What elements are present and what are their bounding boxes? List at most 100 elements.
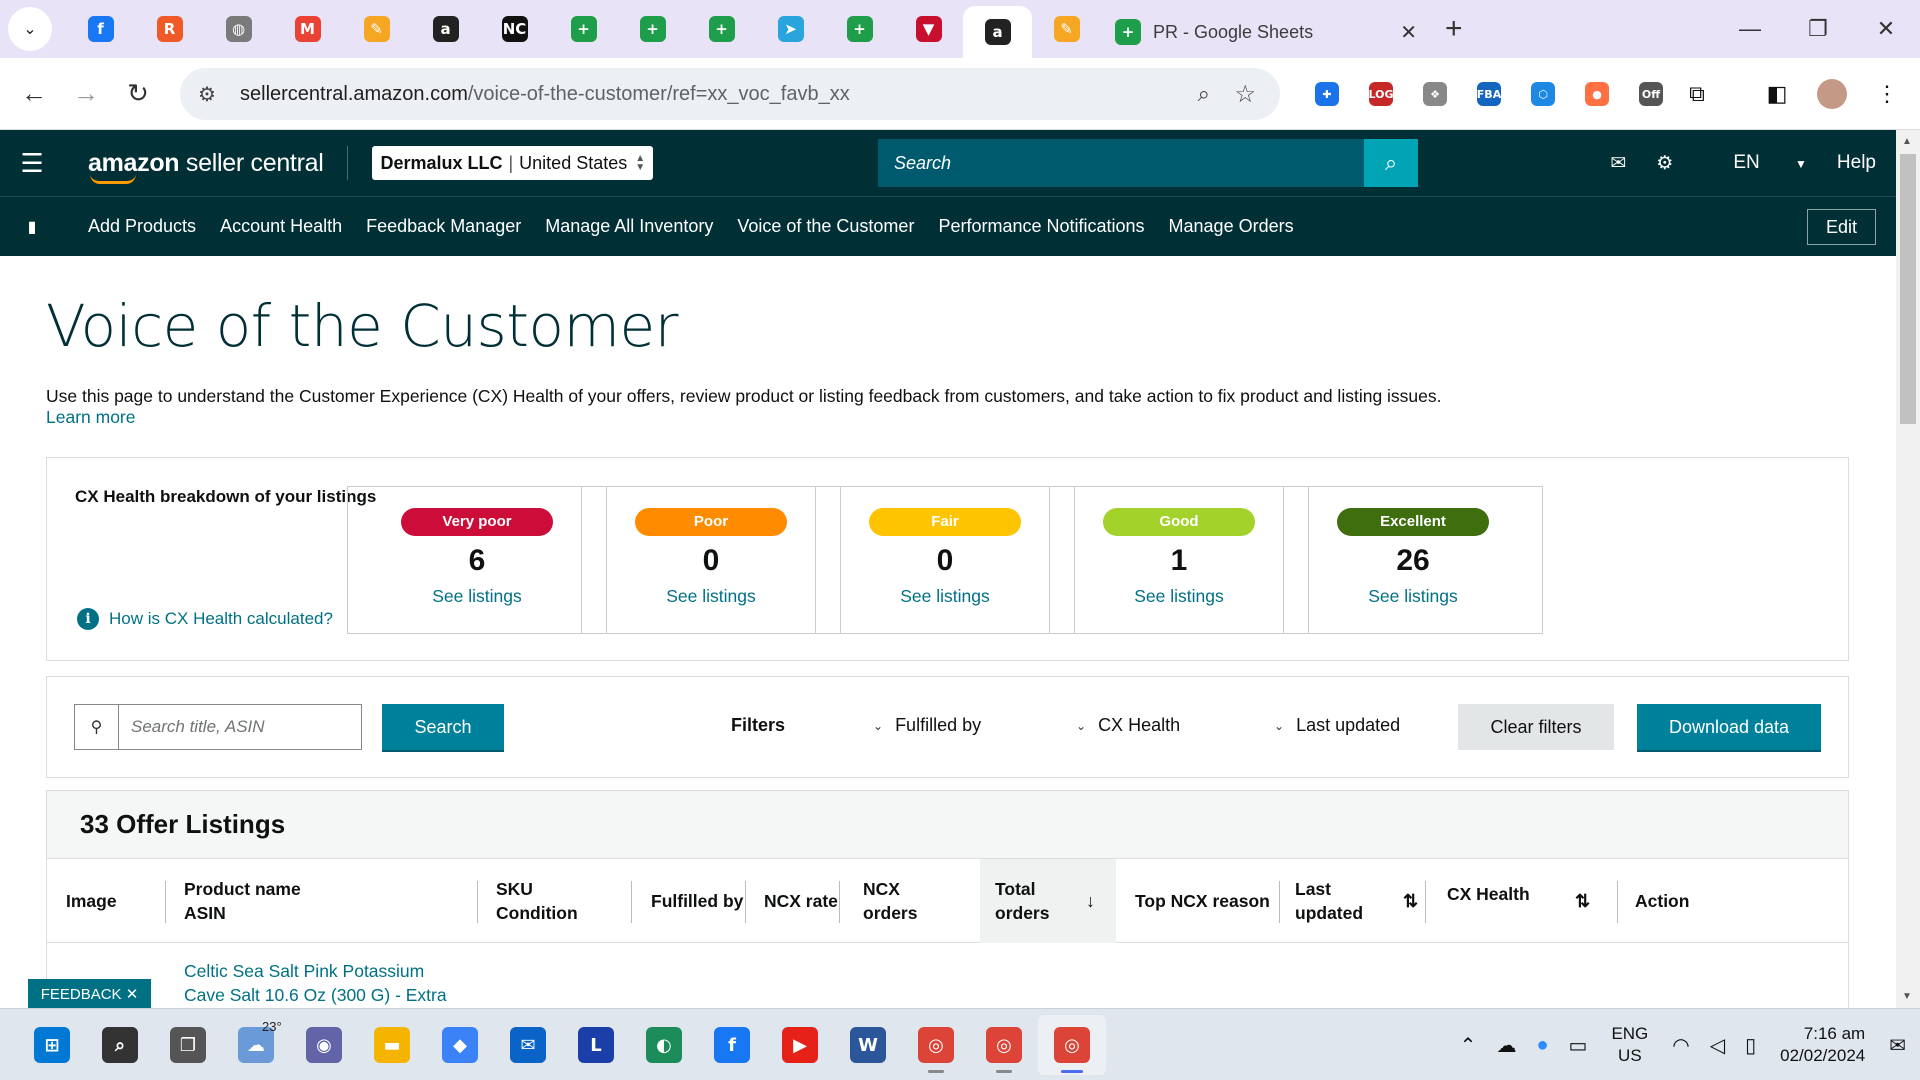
listing-search-input[interactable] [119,707,361,747]
language-indicator[interactable]: ENG US [1611,1023,1648,1067]
zoom-magnifier-icon[interactable]: ⌕ [1198,81,1210,107]
restore-icon[interactable]: ❐ [1784,0,1852,58]
tab-search-chevron-icon[interactable]: ⌄ [8,7,52,51]
scrollbar-thumb[interactable] [1900,154,1916,424]
col-sku[interactable]: SKU Condition [496,859,578,943]
taskbar-app[interactable]: f [698,1015,766,1075]
col-top-ncx-reason[interactable]: Top NCX reason [1135,859,1270,943]
clear-filters-button[interactable]: Clear filters [1458,704,1614,750]
cx-health-dropdown[interactable]: ⌄ CX Health [1076,715,1180,736]
pinned-tab[interactable]: ◍ [204,7,273,51]
learn-more-link[interactable]: Learn more [46,407,136,428]
taskbar-app[interactable]: ☁ 23° [222,1015,290,1075]
col-cx-health[interactable]: CX Health ⇅ [1447,859,1597,943]
col-last-updated[interactable]: Last updated ⇅ [1295,859,1425,943]
nav-link-voice-of-the-customer[interactable]: Voice of the Customer [737,216,914,237]
how-cx-health-link[interactable]: i How is CX Health calculated? [77,608,333,630]
taskbar-app[interactable]: ▶ [766,1015,834,1075]
account-switcher[interactable]: Dermalux LLC | United States ▲ ▼ [372,146,654,180]
header-search-input[interactable] [878,139,1364,187]
mail-icon[interactable]: ✉ [1610,152,1626,175]
taskbar-app[interactable]: ◉ [290,1015,358,1075]
speaker-icon[interactable]: ◁ [1710,1033,1725,1058]
sort-both-icon[interactable]: ⇅ [1575,889,1590,913]
see-listings-link[interactable]: See listings [582,586,840,607]
forward-arrow-icon[interactable]: → [60,68,112,120]
gear-icon[interactable]: ⚙ [1656,152,1673,175]
taskbar-app[interactable]: ▬ [358,1015,426,1075]
pinned-tab[interactable]: a [411,7,480,51]
chevron-up-icon[interactable]: ⌃ [1460,1033,1477,1058]
close-window-icon[interactable]: ✕ [1852,0,1920,58]
bookmark-star-icon[interactable]: ☆ [1234,80,1256,109]
product-name-link[interactable]: Celtic Sea Salt Pink Potassium Cave Salt … [184,959,447,1007]
taskbar-app[interactable]: ✉ [494,1015,562,1075]
taskbar-app[interactable]: L [562,1015,630,1075]
pinned-tab[interactable]: R [135,7,204,51]
taskbar-app[interactable]: ⌕ [86,1015,154,1075]
minimize-icon[interactable]: — [1716,0,1784,58]
notification-bell-icon[interactable]: ✉ [1889,1033,1906,1058]
extension-button[interactable]: LOG [1354,72,1408,116]
taskbar-app[interactable]: ❐ [154,1015,222,1075]
back-arrow-icon[interactable]: ← [8,68,60,120]
nav-link-feedback-manager[interactable]: Feedback Manager [366,216,521,237]
language-selector[interactable]: EN ▼ [1703,152,1807,174]
scroll-up-arrow-icon[interactable]: ▲ [1902,136,1912,147]
zoom-app-icon[interactable]: ● [1536,1034,1548,1057]
onedrive-cloud-icon[interactable]: ☁ [1496,1033,1516,1058]
nav-link-performance-notifications[interactable]: Performance Notifications [938,216,1144,237]
taskbar-app[interactable]: ◐ [630,1015,698,1075]
pinned-tab[interactable]: + [549,7,618,51]
pinned-tab[interactable]: + [618,7,687,51]
taskbar-app[interactable]: W [834,1015,902,1075]
taskbar-app[interactable]: ◎ [902,1015,970,1075]
header-search-button[interactable]: ⌕ [1364,139,1418,187]
bookmark-icon[interactable]: ▮ [0,217,64,237]
battery-icon[interactable]: ▯ [1745,1033,1756,1058]
feedback-tab[interactable]: FEEDBACK ✕ [28,979,151,1009]
pinned-tab[interactable]: ✎ [342,7,411,51]
page-scrollbar[interactable]: ▲ ▼ [1896,130,1920,1008]
extension-button[interactable]: ● [1570,72,1624,116]
see-listings-link[interactable]: See listings [1284,586,1542,607]
scroll-down-arrow-icon[interactable]: ▼ [1902,991,1912,1002]
pinned-tab[interactable]: f [66,7,135,51]
see-listings-link[interactable]: See listings [348,586,606,607]
taskbar-app[interactable]: ◎ [1038,1015,1106,1075]
col-fulfilled-by[interactable]: Fulfilled by [651,859,743,943]
pinned-tab[interactable]: ➤ [756,7,825,51]
sort-descending-icon[interactable]: ↓ [1086,889,1095,913]
nav-link-add-products[interactable]: Add Products [88,216,196,237]
profile-avatar[interactable] [1805,72,1859,116]
pinned-tab[interactable]: + [825,7,894,51]
pinned-tab[interactable]: ▼ [894,7,963,51]
download-data-button[interactable]: Download data [1637,704,1821,750]
listing-search-button[interactable]: Search [382,704,504,750]
pinned-tab[interactable]: a [963,6,1032,58]
close-tab-icon[interactable]: ✕ [1400,20,1417,45]
nav-link-manage-orders[interactable]: Manage Orders [1169,216,1294,237]
col-ncx-rate[interactable]: NCX rate [764,859,838,943]
sort-both-icon[interactable]: ⇅ [1403,889,1418,913]
extension-button[interactable]: ⬡ [1516,72,1570,116]
browser-tab-sheets[interactable]: + PR - Google Sheets ✕ [1101,6,1431,58]
wifi-icon[interactable]: ◠ [1672,1033,1689,1058]
pinned-tab[interactable]: ✎ [1032,7,1101,51]
extension-button[interactable]: ✚ [1300,72,1354,116]
address-bar[interactable]: ⚙ sellercentral.amazon.com/voice-of-the-… [180,68,1280,120]
site-settings-icon[interactable]: ⚙ [198,82,232,107]
nav-link-account-health[interactable]: Account Health [220,216,342,237]
edit-nav-button[interactable]: Edit [1806,209,1876,245]
puzzle-extensions-icon[interactable]: ⧉ [1670,72,1724,116]
hamburger-menu-icon[interactable]: ☰ [0,130,64,196]
help-link[interactable]: Help [1837,152,1876,174]
extension-button[interactable]: ❖ [1408,72,1462,116]
pinned-tab[interactable]: NC [480,7,549,51]
side-panel-icon[interactable]: ◧ [1750,72,1804,116]
col-ncx-orders[interactable]: NCX orders ⇅ [863,859,1012,943]
taskbar-app[interactable]: ⊞ [18,1015,86,1075]
clock[interactable]: 7:16 am 02/02/2024 [1780,1023,1865,1067]
keyboard-icon[interactable]: ▭ [1569,1033,1588,1058]
col-product-name[interactable]: Product name ASIN [184,859,301,943]
